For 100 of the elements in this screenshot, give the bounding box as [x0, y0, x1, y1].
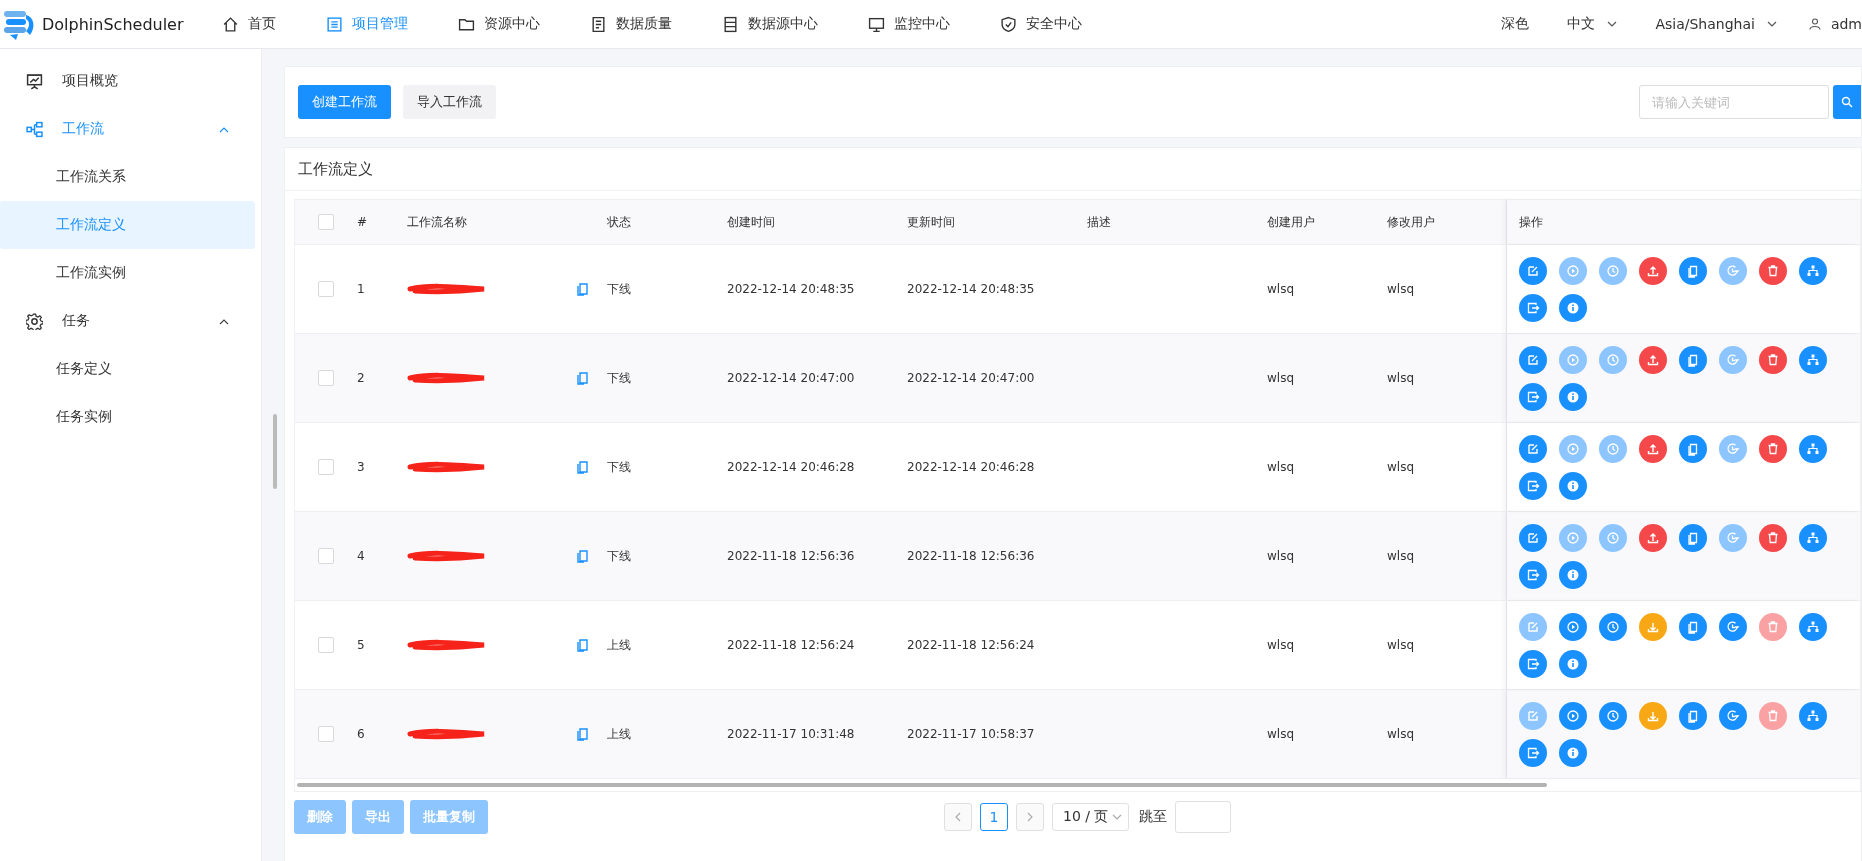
- row-checkbox[interactable]: [318, 726, 334, 742]
- updated-time: 2022-11-18 12:56:24: [907, 638, 1035, 652]
- timezone-dropdown[interactable]: Asia/Shanghai: [1649, 15, 1783, 33]
- clock-button[interactable]: [1599, 612, 1627, 641]
- nav-tab[interactable]: 监控中心: [848, 0, 970, 48]
- nav-tab[interactable]: 资源中心: [438, 0, 560, 48]
- exit-button[interactable]: [1519, 471, 1547, 500]
- info-button[interactable]: [1559, 471, 1587, 500]
- created-time: 2022-11-18 12:56:24: [727, 638, 855, 652]
- nav-tab[interactable]: 数据源中心: [702, 0, 838, 48]
- user-name[interactable]: adm: [1830, 16, 1862, 32]
- clock-button[interactable]: [1599, 701, 1627, 730]
- info-button[interactable]: [1559, 649, 1587, 678]
- column-header: 操作: [1519, 213, 1543, 231]
- search-field[interactable]: 请输入关键词: [1639, 85, 1829, 119]
- language-dropdown[interactable]: 中文: [1561, 14, 1624, 34]
- sidebar-item[interactable]: 任务: [0, 297, 255, 345]
- upload-button[interactable]: [1639, 345, 1667, 374]
- row-checkbox[interactable]: [318, 637, 334, 653]
- sidebar-subitem[interactable]: 工作流实例: [0, 249, 255, 297]
- caret-icon: [219, 317, 229, 325]
- modifier-name: wlsq: [1387, 371, 1415, 385]
- overview-icon: [26, 72, 43, 90]
- copy-icon[interactable]: [577, 727, 588, 741]
- copy-button[interactable]: [1679, 523, 1707, 552]
- nav-tab[interactable]: 安全中心: [980, 0, 1102, 48]
- status-text: 下线: [607, 548, 631, 563]
- copy-button[interactable]: [1679, 701, 1707, 730]
- clock-arrow-button[interactable]: [1719, 612, 1747, 641]
- select-all-checkbox[interactable]: [318, 214, 334, 230]
- play-icon: [1565, 262, 1581, 279]
- row-index: 5: [357, 638, 365, 652]
- nav-tab[interactable]: 首页: [202, 0, 296, 48]
- sidebar-subitem[interactable]: 任务定义: [0, 345, 255, 393]
- hierarchy-button[interactable]: [1799, 612, 1827, 641]
- clock-arrow-button[interactable]: [1719, 701, 1747, 730]
- hierarchy-button[interactable]: [1799, 523, 1827, 552]
- download-button[interactable]: [1639, 612, 1667, 641]
- info-button[interactable]: [1559, 293, 1587, 322]
- column-header: 状态: [607, 214, 631, 229]
- edit-button[interactable]: [1519, 523, 1547, 552]
- hierarchy-button[interactable]: [1799, 434, 1827, 463]
- row-checkbox[interactable]: [318, 459, 334, 475]
- trash-button[interactable]: [1759, 523, 1787, 552]
- copy-icon[interactable]: [577, 371, 588, 385]
- user-icon: [1808, 18, 1821, 30]
- copy-icon[interactable]: [577, 549, 588, 563]
- search-button[interactable]: [1833, 85, 1861, 119]
- clock-icon: [1605, 262, 1621, 279]
- hierarchy-button[interactable]: [1799, 345, 1827, 374]
- trash-button[interactable]: [1759, 256, 1787, 285]
- caret-icon: [1766, 20, 1777, 28]
- theme-toggle[interactable]: 深色: [1495, 14, 1536, 34]
- play-button[interactable]: [1559, 701, 1587, 730]
- home-icon: [222, 15, 239, 33]
- caret-icon: [219, 125, 229, 133]
- nav-tab[interactable]: 数据质量: [570, 0, 692, 48]
- edit-button[interactable]: [1519, 256, 1547, 285]
- server-icon: [722, 15, 739, 33]
- copy-icon[interactable]: [577, 282, 588, 296]
- info-button[interactable]: [1559, 738, 1587, 767]
- exit-button[interactable]: [1519, 738, 1547, 767]
- hierarchy-button[interactable]: [1799, 701, 1827, 730]
- copy-button[interactable]: [1679, 256, 1707, 285]
- copy-icon[interactable]: [577, 460, 588, 474]
- download-button[interactable]: [1639, 701, 1667, 730]
- copy-button[interactable]: [1679, 612, 1707, 641]
- created-time: 2022-11-17 10:31:48: [727, 727, 855, 741]
- sidebar-item[interactable]: 项目概览: [0, 57, 255, 105]
- edit-button[interactable]: [1519, 434, 1547, 463]
- row-checkbox[interactable]: [318, 281, 334, 297]
- upload-button[interactable]: [1639, 523, 1667, 552]
- exit-button[interactable]: [1519, 382, 1547, 411]
- monitor-icon: [868, 15, 885, 33]
- exit-button[interactable]: [1519, 293, 1547, 322]
- play-button[interactable]: [1559, 612, 1587, 641]
- exit-button[interactable]: [1519, 560, 1547, 589]
- created-time: 2022-12-14 20:47:00: [727, 371, 855, 385]
- hierarchy-button[interactable]: [1799, 256, 1827, 285]
- page-size-select[interactable]: 10 / 页: [1052, 803, 1130, 831]
- status-text: 上线: [607, 637, 631, 652]
- horizontal-scrollbar[interactable]: [297, 783, 1547, 787]
- upload-button[interactable]: [1639, 256, 1667, 285]
- sidebar-subitem[interactable]: 工作流关系: [0, 153, 255, 201]
- sidebar-subitem[interactable]: 任务实例: [0, 393, 255, 441]
- row-checkbox[interactable]: [318, 370, 334, 386]
- exit-button[interactable]: [1519, 649, 1547, 678]
- copy-button[interactable]: [1679, 434, 1707, 463]
- scrollbar-thumb[interactable]: [273, 414, 277, 489]
- row-checkbox[interactable]: [318, 548, 334, 564]
- trash-button[interactable]: [1759, 434, 1787, 463]
- copy-icon[interactable]: [577, 638, 588, 652]
- edit-button[interactable]: [1519, 345, 1547, 374]
- trash-button[interactable]: [1759, 345, 1787, 374]
- copy-button[interactable]: [1679, 345, 1707, 374]
- upload-button[interactable]: [1639, 434, 1667, 463]
- import-button[interactable]: 导入工作流: [403, 85, 496, 119]
- info-button[interactable]: [1559, 382, 1587, 411]
- jump-field[interactable]: [1175, 801, 1232, 833]
- info-button[interactable]: [1559, 560, 1587, 589]
